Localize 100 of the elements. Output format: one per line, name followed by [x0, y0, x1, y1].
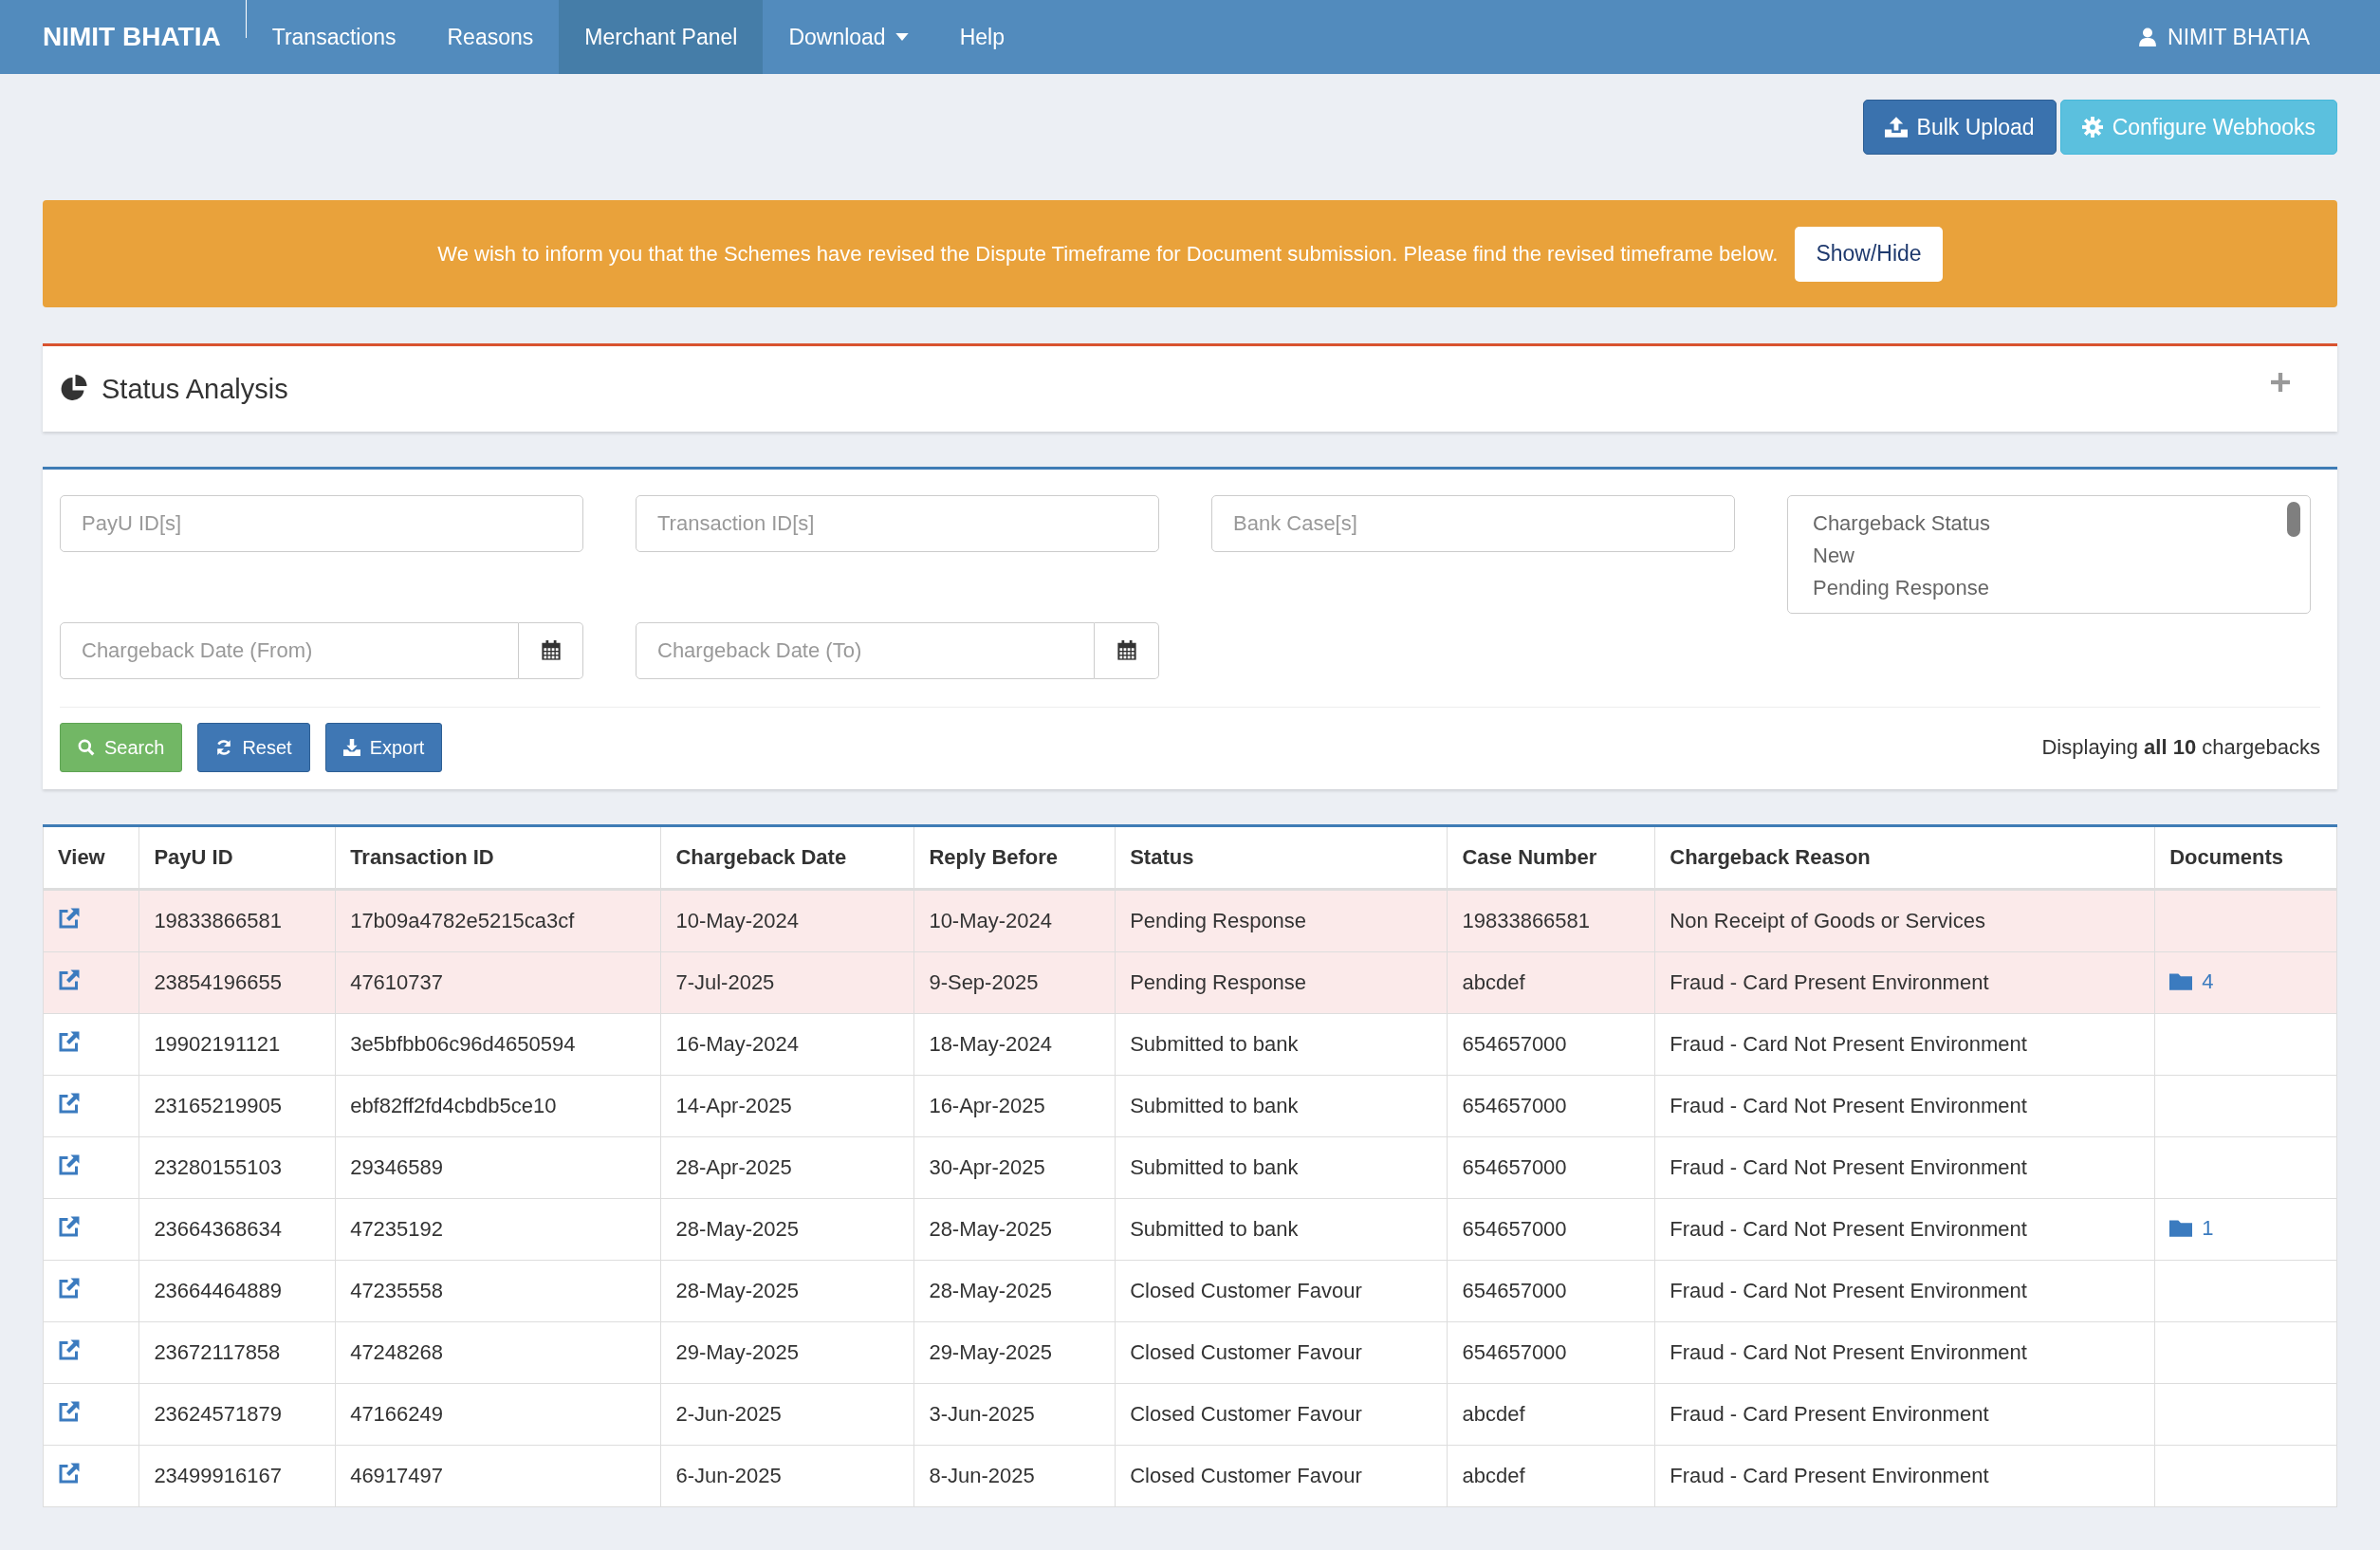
- table-cell: 23280155103: [138, 1136, 336, 1199]
- pie-chart-icon: [60, 375, 88, 403]
- external-link-icon: [58, 969, 81, 991]
- view-link[interactable]: [58, 1215, 81, 1238]
- table-cell: 29-May-2025: [660, 1321, 914, 1384]
- table-cell: 2-Jun-2025: [660, 1383, 914, 1446]
- table-cell: Fraud - Card Not Present Environment: [1654, 1260, 2155, 1322]
- table-cell: abcdef: [1447, 951, 1655, 1014]
- table-cell: 10-May-2024: [660, 889, 914, 952]
- table-cell: Fraud - Card Present Environment: [1654, 1445, 2155, 1507]
- view-link[interactable]: [58, 1400, 81, 1423]
- status-listbox[interactable]: Chargeback Status New Pending Response: [1787, 495, 2311, 614]
- documents-link[interactable]: 4: [2169, 969, 2214, 994]
- view-link[interactable]: [58, 1338, 81, 1361]
- text-field[interactable]: PayU ID[s]: [60, 495, 583, 552]
- nav-item[interactable]: Reasons: [421, 0, 560, 74]
- table-cell: 47248268: [335, 1321, 661, 1384]
- export-button[interactable]: Export: [324, 723, 443, 772]
- table-cell: Fraud - Card Present Environment: [1654, 1383, 2155, 1446]
- table-cell: 28-May-2025: [660, 1198, 914, 1261]
- table-cell: Fraud - Card Not Present Environment: [1654, 1013, 2155, 1076]
- nav-item[interactable]: Help: [933, 0, 1030, 74]
- table-cell: 23664464889: [138, 1260, 336, 1322]
- list-option[interactable]: New: [1813, 540, 2285, 572]
- table-cell: 23499916167: [138, 1445, 336, 1507]
- nav-item[interactable]: Transactions: [246, 0, 422, 74]
- upload-icon: [1884, 117, 1908, 138]
- table-cell: 23664368634: [138, 1198, 336, 1261]
- table-cell: 7-Jul-2025: [660, 951, 914, 1014]
- table-cell: Submitted to bank: [1115, 1075, 1448, 1137]
- table-cell: 16-May-2024: [660, 1013, 914, 1076]
- table-cell: Fraud - Card Not Present Environment: [1654, 1198, 2155, 1261]
- table-cell: Submitted to bank: [1115, 1136, 1448, 1199]
- table-cell: 23165219905: [138, 1075, 336, 1137]
- table-cell: 28-May-2025: [913, 1198, 1116, 1261]
- table-cell: Fraud - Card Not Present Environment: [1654, 1075, 2155, 1137]
- view-link[interactable]: [58, 1277, 81, 1300]
- table-cell: 47235192: [335, 1198, 661, 1261]
- text-field[interactable]: Bank Case[s]: [1211, 495, 1735, 552]
- folder-icon: [2169, 972, 2193, 991]
- user-menu[interactable]: NIMIT BHATIA: [2139, 0, 2310, 74]
- table-cell: 47235558: [335, 1260, 661, 1322]
- list-option[interactable]: Pending Response: [1813, 572, 2285, 604]
- plus-icon[interactable]: [2271, 373, 2290, 392]
- list-option[interactable]: Chargeback Status: [1813, 507, 2285, 540]
- documents-link[interactable]: 1: [2169, 1215, 2214, 1241]
- date-field[interactable]: Chargeback Date (From): [60, 622, 519, 679]
- view-link[interactable]: [58, 1092, 81, 1115]
- external-link-icon: [58, 1092, 81, 1115]
- table-cell: 654657000: [1447, 1136, 1655, 1199]
- user-icon: [2139, 28, 2157, 46]
- calendar-button[interactable]: [519, 622, 583, 679]
- table-cell: 17b09a4782e5215ca3cf: [335, 889, 661, 952]
- calendar-button[interactable]: [1095, 622, 1159, 679]
- table-cell: 23624571879: [138, 1383, 336, 1446]
- table-cell: 654657000: [1447, 1321, 1655, 1384]
- view-link[interactable]: [58, 1030, 81, 1053]
- table-cell: Pending Response: [1115, 889, 1448, 952]
- external-link-icon: [58, 1153, 81, 1176]
- scrollbar-thumb[interactable]: [2287, 502, 2300, 537]
- search-icon: [78, 739, 95, 756]
- nav-item[interactable]: Download: [763, 0, 934, 74]
- table-cell: 30-Apr-2025: [913, 1136, 1116, 1199]
- table-cell: 19902191121: [138, 1013, 336, 1076]
- table-cell: Fraud - Card Not Present Environment: [1654, 1136, 2155, 1199]
- show-hide-button[interactable]: Show/Hide: [1795, 226, 1943, 282]
- caret-icon: [895, 33, 909, 41]
- brand-name[interactable]: NIMIT BHATIA: [0, 0, 246, 74]
- table-cell: 23854196655: [138, 951, 336, 1014]
- table-cell: 23672117858: [138, 1321, 336, 1384]
- results-summary: Displaying all 10 chargebacks: [2041, 735, 2320, 760]
- action-button[interactable]: Bulk Upload: [1862, 100, 2057, 155]
- table-cell: Submitted to bank: [1115, 1198, 1448, 1261]
- gear-icon: [2081, 117, 2103, 138]
- external-link-icon: [58, 1215, 81, 1238]
- refresh-icon: [215, 739, 233, 756]
- external-link-icon: [58, 1400, 81, 1423]
- reset-button[interactable]: Reset: [197, 723, 310, 772]
- table-cell: Pending Response: [1115, 951, 1448, 1014]
- nav-item[interactable]: Merchant Panel: [559, 0, 764, 74]
- table-cell: Closed Customer Favour: [1115, 1383, 1448, 1446]
- date-field[interactable]: Chargeback Date (To): [636, 622, 1095, 679]
- table-cell: 46917497: [335, 1445, 661, 1507]
- table-cell: ebf82ff2fd4cbdb5ce10: [335, 1075, 661, 1137]
- view-link[interactable]: [58, 969, 81, 991]
- external-link-icon: [58, 907, 81, 930]
- table-cell: 14-Apr-2025: [660, 1075, 914, 1137]
- table-cell: 47166249: [335, 1383, 661, 1446]
- text-field[interactable]: Transaction ID[s]: [636, 495, 1159, 552]
- download-icon: [342, 739, 360, 756]
- table-cell: 3-Jun-2025: [913, 1383, 1116, 1446]
- view-link[interactable]: [58, 907, 81, 930]
- view-link[interactable]: [58, 1462, 81, 1485]
- table-cell: 9-Sep-2025: [913, 951, 1116, 1014]
- panel-title: Status Analysis: [101, 373, 288, 405]
- folder-icon: [2169, 1219, 2193, 1238]
- view-link[interactable]: [58, 1153, 81, 1176]
- table-cell: 654657000: [1447, 1075, 1655, 1137]
- table-cell: 47610737: [335, 951, 661, 1014]
- notice-text: We wish to inform you that the Schemes have revised the Dispute Timeframe for Document submission. Please find the revised timeframe below.: [437, 241, 1779, 267]
